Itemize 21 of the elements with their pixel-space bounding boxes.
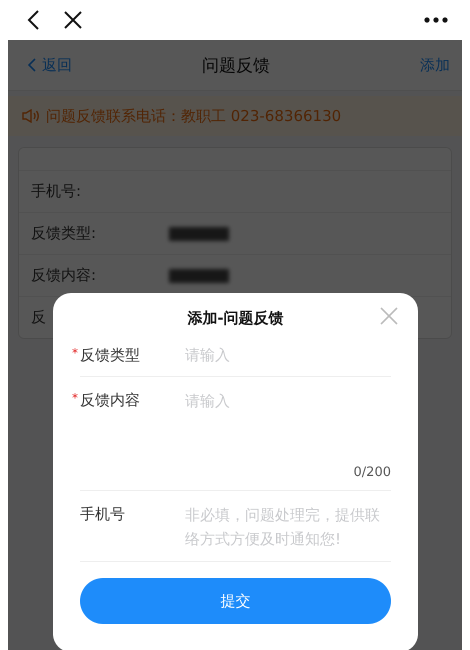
- dialog-title: 添加-问题反馈: [187, 309, 284, 328]
- character-counter: 0/200: [354, 465, 391, 480]
- row-label: 反: [31, 308, 47, 327]
- field-label: 手机号: [80, 504, 126, 525]
- speaker-icon: [22, 109, 40, 123]
- back-icon[interactable]: [26, 9, 40, 31]
- back-link[interactable]: 返回: [28, 56, 72, 74]
- more-icon[interactable]: [424, 17, 448, 23]
- field-label: 反馈类型: [80, 345, 141, 366]
- submit-button[interactable]: 提交: [80, 578, 391, 624]
- required-mark: *: [72, 345, 78, 362]
- close-icon[interactable]: [64, 11, 82, 29]
- row-label: 手机号:: [31, 182, 82, 201]
- page-title: 问题反馈: [201, 54, 271, 76]
- row-label: 反馈内容:: [31, 266, 98, 285]
- notice-text: 问题反馈联系电话：教职工 023-68366130: [46, 106, 342, 126]
- required-mark: *: [72, 390, 78, 407]
- row-label: 反馈类型:: [31, 224, 98, 243]
- add-link[interactable]: 添加: [420, 56, 450, 74]
- chevron-left-icon: [28, 58, 36, 72]
- field-label: 反馈内容: [80, 390, 141, 411]
